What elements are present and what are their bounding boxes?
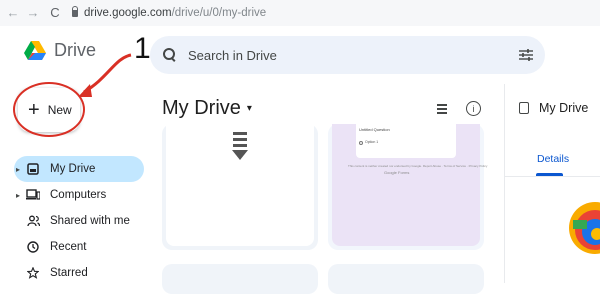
download-arrow-icon — [232, 132, 248, 160]
expand-caret-icon[interactable]: ▸ — [14, 191, 22, 200]
star-icon — [26, 266, 40, 280]
search-options-icon[interactable] — [519, 49, 533, 61]
expand-caret-icon[interactable]: ▸ — [14, 165, 22, 174]
form-preview: Untitled Question Option 1 — [356, 124, 456, 158]
my-drive-icon — [26, 162, 40, 176]
search-icon[interactable] — [162, 47, 178, 63]
sidebar-item-recent[interactable]: Recent — [14, 234, 144, 260]
info-icon[interactable]: i — [466, 101, 481, 116]
clock-icon — [26, 240, 40, 254]
page-title-text: My Drive — [162, 97, 241, 119]
form-preview-option: Option 1 — [365, 140, 379, 144]
sidebar-item-label: Recent — [50, 241, 87, 253]
file-card[interactable]: Untitled Question Option 1 This content … — [328, 124, 487, 250]
sidebar-item-shared-with-me[interactable]: Shared with me — [14, 208, 144, 234]
file-grid: Untitled Question Option 1 This content … — [150, 124, 495, 294]
search-placeholder: Search in Drive — [188, 47, 277, 63]
plus-icon: + — [28, 99, 40, 121]
details-panel: My Drive Details — [504, 84, 600, 283]
search-bar[interactable]: Search in Drive — [150, 36, 545, 74]
form-preview-brand: Google Forms — [384, 170, 410, 175]
tab-details[interactable]: Details — [537, 153, 569, 165]
page-title[interactable]: My Drive ▾ — [162, 97, 252, 120]
my-drive-icon — [519, 102, 529, 114]
divider — [505, 176, 600, 177]
sidebar-item-label: Starred — [50, 267, 88, 279]
sidebar-item-label: Computers — [50, 189, 107, 201]
chevron-down-icon: ▾ — [246, 103, 252, 115]
computer-icon — [26, 188, 40, 202]
details-panel-title: My Drive — [539, 101, 589, 115]
sidebar-item-my-drive[interactable]: ▸ My Drive — [14, 156, 144, 182]
file-card[interactable] — [162, 264, 318, 294]
sidebar-item-starred[interactable]: Starred — [14, 260, 144, 286]
file-thumbnail — [166, 124, 314, 246]
form-preview-footer: This content is neither created nor endo… — [348, 164, 488, 168]
people-icon — [26, 214, 40, 228]
file-thumbnail: Untitled Question Option 1 This content … — [332, 124, 487, 246]
sidebar-item-computers[interactable]: ▸ Computers — [14, 182, 144, 208]
new-button[interactable]: + New — [18, 88, 80, 132]
sidebar-nav: ▸ My Drive ▸ Computers Shared with me Re… — [14, 156, 144, 286]
illustration — [569, 202, 600, 254]
file-card[interactable] — [162, 124, 318, 250]
list-view-icon[interactable] — [437, 104, 447, 114]
file-card[interactable] — [328, 264, 484, 294]
new-button-label: New — [47, 103, 72, 117]
sidebar-item-label: My Drive — [50, 163, 96, 175]
form-preview-title: Untitled Question — [359, 127, 390, 132]
radio-icon — [359, 141, 363, 145]
sidebar-item-label: Shared with me — [50, 215, 130, 227]
